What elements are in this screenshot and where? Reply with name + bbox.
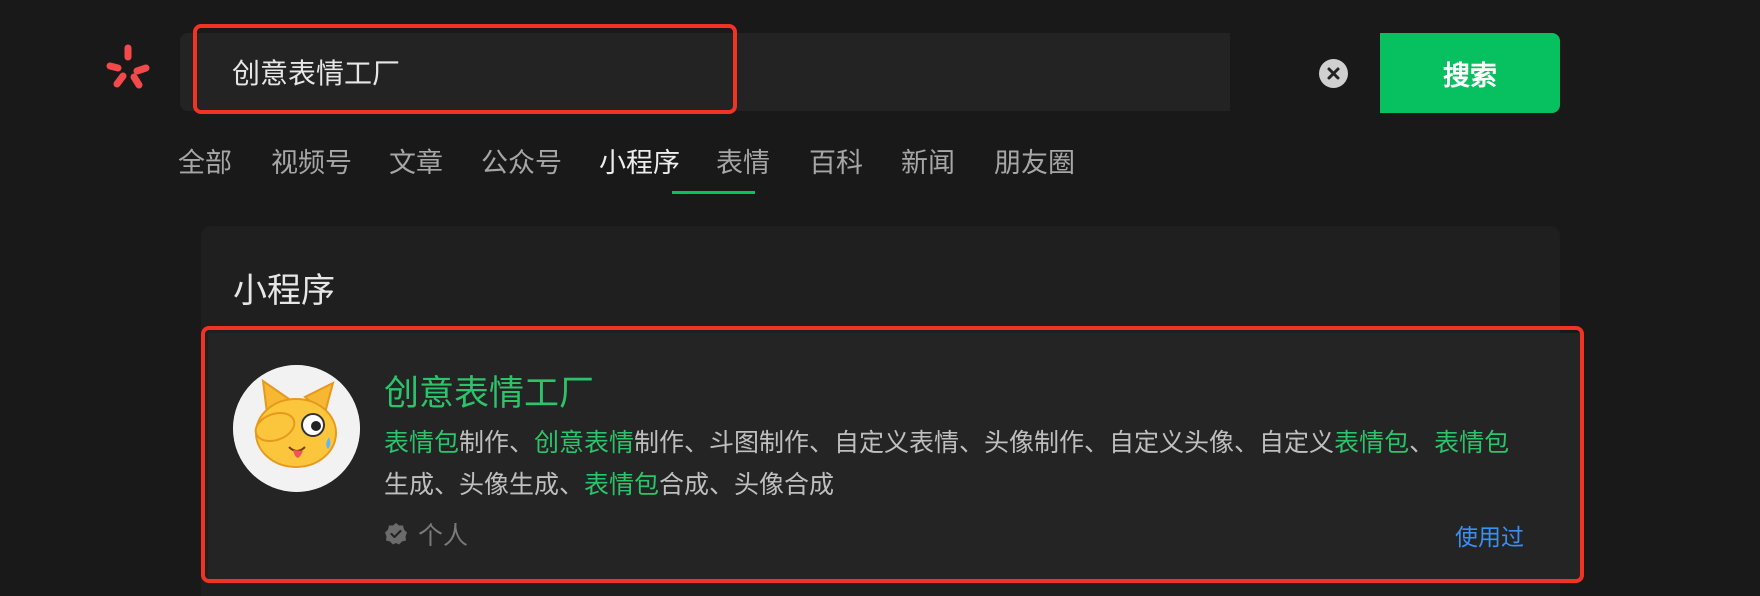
desc-keyword: 表情包 bbox=[1334, 428, 1410, 457]
used-before-link[interactable]: 使用过 bbox=[1455, 518, 1524, 552]
tab-moments[interactable]: 朋友圈 bbox=[994, 141, 1075, 180]
search-input[interactable] bbox=[232, 40, 1172, 104]
verification-info: 个人 bbox=[384, 516, 468, 552]
desc-keyword: 表情包 bbox=[584, 470, 660, 499]
clear-search-button[interactable] bbox=[1319, 59, 1348, 88]
tab-articles[interactable]: 文章 bbox=[389, 141, 443, 180]
mini-program-description: 表情包制作、创意表情制作、斗图制作、自定义表情、头像制作、自定义头像、自定义表情… bbox=[384, 422, 1514, 506]
desc-text: 制作、斗图制作、自定义表情、头像制作、自定义头像、自定义 bbox=[634, 428, 1335, 457]
search-button[interactable]: 搜索 bbox=[1380, 33, 1560, 113]
close-icon bbox=[1327, 67, 1340, 80]
tab-news[interactable]: 新闻 bbox=[901, 141, 955, 180]
desc-text: 生成、头像生成、 bbox=[384, 470, 585, 499]
tab-official-accounts[interactable]: 公众号 bbox=[481, 141, 562, 180]
mini-program-avatar[interactable] bbox=[233, 365, 360, 492]
section-title: 小程序 bbox=[233, 271, 335, 311]
tab-mini-programs[interactable]: 小程序 bbox=[599, 141, 680, 180]
tab-stickers[interactable]: 表情 bbox=[716, 141, 770, 180]
desc-text: 合成、头像合成 bbox=[659, 470, 835, 499]
search-page: 搜索 全部 视频号 文章 公众号 小程序 表情 百科 新闻 朋友圈 小程序 bbox=[0, 0, 1760, 596]
mini-program-name[interactable]: 创意表情工厂 bbox=[384, 365, 594, 416]
tab-channels[interactable]: 视频号 bbox=[271, 141, 352, 180]
tab-encyclopedia[interactable]: 百科 bbox=[809, 141, 863, 180]
desc-keyword: 表情包 bbox=[384, 428, 460, 457]
tab-all[interactable]: 全部 bbox=[178, 141, 232, 180]
active-tab-indicator bbox=[672, 191, 755, 194]
cat-emoji-icon bbox=[233, 365, 360, 492]
verified-badge-icon bbox=[385, 523, 407, 545]
desc-keyword: 创意表情 bbox=[534, 428, 635, 457]
verification-label: 个人 bbox=[418, 521, 469, 550]
desc-text: 、 bbox=[1409, 428, 1435, 457]
search-logo-icon bbox=[106, 44, 150, 89]
desc-text: 制作、 bbox=[459, 428, 535, 457]
desc-keyword: 表情包 bbox=[1434, 428, 1510, 457]
